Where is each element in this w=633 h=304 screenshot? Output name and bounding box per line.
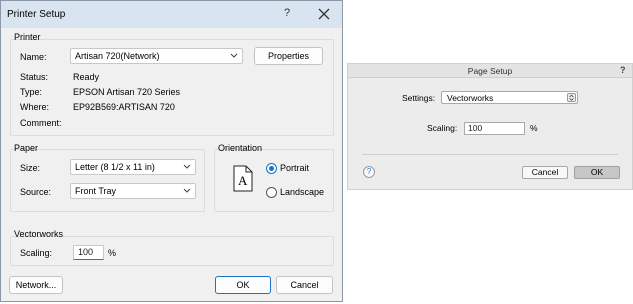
- chevron-down-icon: [183, 188, 191, 193]
- portrait-radio[interactable]: [266, 163, 277, 174]
- help-icon[interactable]: ?: [284, 7, 290, 19]
- percent-label: %: [108, 248, 117, 258]
- status-label: Status:: [20, 72, 49, 82]
- page-letter-glyph: A: [238, 173, 248, 188]
- where-label: Where:: [20, 102, 50, 112]
- paper-size-value: Letter (8 1/2 x 11 in): [75, 162, 155, 172]
- settings-value: Vectorworks: [447, 93, 494, 103]
- percent-label: %: [530, 123, 538, 133]
- orientation-group: [214, 149, 334, 212]
- help-button-icon[interactable]: ?: [363, 166, 375, 178]
- page-setup-title: Page Setup: [467, 66, 513, 76]
- chevron-down-icon: [230, 53, 238, 58]
- scaling-label: Scaling:: [20, 248, 53, 258]
- updown-arrows-icon: [567, 93, 576, 102]
- printer-name-select[interactable]: Artisan 720(Network): [70, 48, 243, 64]
- source-label: Source:: [20, 187, 52, 197]
- comment-label: Comment:: [20, 118, 62, 128]
- landscape-label[interactable]: Landscape: [280, 187, 324, 197]
- printer-group-label: Printer: [14, 32, 41, 42]
- ok-button[interactable]: OK: [574, 166, 620, 179]
- properties-button[interactable]: Properties: [254, 47, 323, 65]
- page-setup-dialog: Page Setup ? Settings: Vectorworks Scali…: [347, 63, 633, 190]
- settings-select[interactable]: Vectorworks: [441, 91, 578, 104]
- name-label: Name:: [20, 52, 47, 62]
- paper-source-value: Front Tray: [75, 186, 117, 196]
- chevron-down-icon: [183, 164, 191, 169]
- scaling-input[interactable]: 100: [464, 122, 525, 135]
- orientation-group-label: Orientation: [218, 143, 263, 153]
- title-bar: Printer Setup ?: [1, 1, 342, 28]
- printer-setup-dialog: Printer Setup ? Printer Name: Artisan 72…: [0, 0, 343, 302]
- vectorworks-group: [10, 236, 334, 266]
- dialog-title: Printer Setup: [7, 9, 66, 20]
- type-value: EPSON Artisan 720 Series: [73, 87, 181, 97]
- cancel-button[interactable]: Cancel: [522, 166, 568, 179]
- status-value: Ready: [73, 72, 100, 82]
- close-icon[interactable]: [315, 5, 333, 23]
- paper-size-select[interactable]: Letter (8 1/2 x 11 in): [70, 159, 196, 175]
- cancel-button[interactable]: Cancel: [276, 276, 333, 294]
- where-value: EP92B569:ARTISAN 720: [73, 102, 175, 112]
- portrait-label[interactable]: Portrait: [280, 163, 309, 173]
- vectorworks-group-label: Vectorworks: [14, 229, 64, 239]
- page-setup-title-bar: Page Setup ?: [348, 64, 632, 78]
- paper-group-label: Paper: [14, 143, 39, 153]
- separator: [362, 154, 618, 155]
- settings-label: Settings:: [402, 93, 436, 103]
- printer-name-value: Artisan 720(Network): [75, 51, 160, 61]
- paper-source-select[interactable]: Front Tray: [70, 183, 196, 199]
- scaling-input[interactable]: 100: [73, 245, 104, 260]
- network-button[interactable]: Network...: [9, 276, 63, 294]
- ok-button[interactable]: OK: [215, 276, 271, 294]
- size-label: Size:: [20, 163, 41, 173]
- help-icon[interactable]: ?: [620, 65, 626, 75]
- type-label: Type:: [20, 87, 43, 97]
- scaling-label: Scaling:: [427, 123, 458, 133]
- landscape-radio[interactable]: [266, 187, 277, 198]
